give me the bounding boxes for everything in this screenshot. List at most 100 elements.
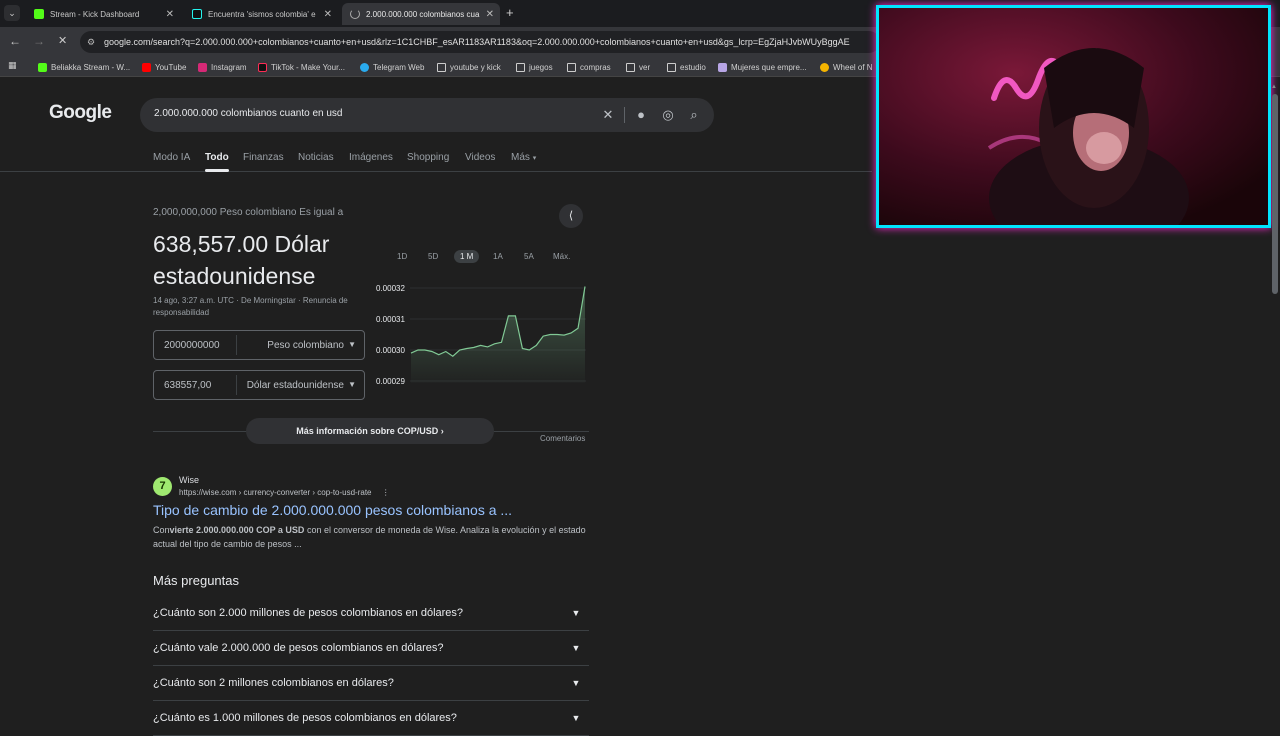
range-max[interactable]: Máx. — [553, 252, 570, 261]
close-icon[interactable]: ✕ — [324, 9, 332, 20]
webcam-overlay — [876, 5, 1271, 228]
bookmark-label: Instagram — [211, 63, 247, 72]
to-amount-input[interactable]: 638557,00 — [164, 380, 211, 391]
question-item[interactable]: ¿Cuánto es 1.000 millones de pesos colom… — [153, 701, 589, 736]
address-bar[interactable]: ⚙ google.com/search?q=2.000.000.000+colo… — [80, 31, 880, 53]
bookmark-item[interactable]: YouTube — [142, 60, 186, 74]
conversion-dateline: 14 ago, 3:27 a.m. UTC · De Morningstar ·… — [153, 295, 363, 319]
clear-icon[interactable]: ✕ — [600, 107, 616, 123]
dropdown-arrow-icon[interactable]: ▼ — [348, 340, 356, 349]
chevron-down-icon[interactable]: ▼ — [567, 674, 585, 692]
back-icon[interactable]: ← — [9, 34, 21, 48]
bookmark-label: compras — [580, 63, 611, 72]
range-1m[interactable]: 1 M — [454, 250, 479, 263]
y-tick-label: 0.00031 — [376, 315, 405, 324]
bookmark-label: Mujeres que empre... — [731, 63, 807, 72]
dropdown-arrow-icon[interactable]: ▼ — [348, 380, 356, 389]
share-icon: ⟨ — [569, 210, 573, 222]
tab-tiktok[interactable]: Encuentra 'sismos colombia' e ✕ — [184, 3, 338, 25]
question-item[interactable]: ¿Cuánto vale 2.000.000 de pesos colombia… — [153, 631, 589, 666]
from-amount-input[interactable]: 2000000000 — [164, 340, 220, 351]
loading-icon — [350, 9, 360, 19]
exchange-rate-chart[interactable] — [410, 283, 588, 383]
bookmark-item[interactable]: Beliakka Stream - W... — [38, 60, 130, 74]
tab-search-button[interactable]: ⌄ — [4, 5, 20, 21]
chevron-down-icon[interactable]: ▼ — [567, 639, 585, 657]
folder-icon — [667, 63, 676, 72]
search-input[interactable]: 2.000.000.000 colombianos cuanto en usd — [154, 108, 342, 119]
conversion-label: 2,000,000,000 Peso colombiano Es igual a — [153, 207, 343, 218]
tab-shopping[interactable]: Shopping — [407, 152, 449, 163]
bookmark-folder[interactable]: compras — [567, 60, 611, 74]
tab-google-search[interactable]: 2.000.000.000 colombianos cua ✕ — [342, 3, 500, 25]
question-item[interactable]: ¿Cuánto son 2 millones colombianos en dó… — [153, 666, 589, 701]
lens-icon[interactable]: ◎ — [660, 107, 676, 123]
to-currency-select[interactable]: Dólar estadounidense — [247, 380, 344, 391]
close-icon[interactable]: ✕ — [166, 9, 174, 20]
bookmark-item[interactable]: Telegram Web — [360, 60, 424, 74]
range-5d[interactable]: 5D — [428, 252, 438, 261]
tab-title: Encuentra 'sismos colombia' e — [208, 10, 316, 19]
result-site-name[interactable]: Wise — [179, 475, 199, 485]
kick-icon — [38, 63, 47, 72]
bookmark-item[interactable]: Wheel of N — [820, 60, 873, 74]
range-1d[interactable]: 1D — [397, 252, 407, 261]
bookmark-label: juegos — [529, 63, 553, 72]
bookmark-item[interactable]: Instagram — [198, 60, 247, 74]
y-tick-label: 0.00029 — [376, 377, 405, 386]
question-item[interactable]: ¿Cuánto son 2.000 millones de pesos colo… — [153, 596, 589, 631]
comments-link[interactable]: Comentarios — [540, 434, 585, 443]
bookmark-label: TikTok - Make Your... — [271, 63, 345, 72]
bookmark-label: ver — [639, 63, 650, 72]
tab-todo[interactable]: Todo — [205, 152, 229, 163]
tab-imagenes[interactable]: Imágenes — [349, 152, 393, 163]
tab-mas[interactable]: Más ▾ — [511, 152, 536, 163]
tab-kick[interactable]: Stream - Kick Dashboard ✕ — [26, 3, 180, 25]
tab-title: Stream - Kick Dashboard — [50, 10, 139, 19]
bookmark-item[interactable]: TikTok - Make Your... — [258, 60, 345, 74]
search-icon[interactable]: ⌕ — [686, 107, 702, 123]
stop-loading-icon[interactable]: ✕ — [58, 34, 67, 47]
new-tab-button[interactable]: + — [506, 5, 514, 20]
apps-icon[interactable]: ▦ — [8, 60, 17, 71]
more-options-icon[interactable]: ⋮ — [382, 488, 390, 497]
result-url[interactable]: https://wise.com › currency-converter › … — [179, 488, 390, 497]
share-button[interactable]: ⟨ — [559, 204, 583, 228]
tab-noticias[interactable]: Noticias — [298, 152, 334, 163]
tab-videos[interactable]: Videos — [465, 152, 495, 163]
question-text: ¿Cuánto vale 2.000.000 de pesos colombia… — [153, 642, 443, 654]
bookmark-folder[interactable]: juegos — [516, 60, 553, 74]
bookmark-folder[interactable]: ver — [626, 60, 650, 74]
divider — [236, 335, 237, 355]
y-tick-label: 0.00032 — [376, 284, 405, 293]
tiktok-icon — [258, 63, 267, 72]
close-icon[interactable]: ✕ — [486, 9, 494, 20]
scrollbar-up-arrow[interactable]: ▲ — [1271, 84, 1277, 90]
tab-modo-ia[interactable]: Modo IA — [153, 152, 190, 163]
google-logo[interactable]: Google — [49, 102, 111, 124]
microphone-icon[interactable]: ● — [633, 107, 649, 123]
more-info-label: Más información sobre COP/USD — [296, 426, 438, 436]
bookmark-folder[interactable]: youtube y kick — [437, 60, 501, 74]
page-scrollbar[interactable]: ▲ — [1271, 80, 1279, 720]
result-title-link[interactable]: Tipo de cambio de 2.000.000.000 pesos co… — [153, 502, 512, 518]
bookmark-item[interactable]: Mujeres que empre... — [718, 60, 807, 74]
range-5a[interactable]: 5A — [524, 252, 534, 261]
scrollbar-thumb[interactable] — [1272, 94, 1278, 294]
wise-icon[interactable]: 7 — [153, 477, 172, 496]
folder-icon — [567, 63, 576, 72]
chevron-down-icon[interactable]: ▼ — [567, 709, 585, 727]
tiktok-icon — [192, 9, 202, 19]
search-box[interactable]: 2.000.000.000 colombianos cuanto en usd … — [140, 98, 714, 132]
more-info-button[interactable]: Más información sobre COP/USD › — [246, 418, 494, 444]
bookmark-label: estudio — [680, 63, 706, 72]
snippet-bold: vierte 2.000.000.000 COP a USD — [170, 525, 305, 535]
range-1a[interactable]: 1A — [493, 252, 503, 261]
chevron-down-icon[interactable]: ▼ — [567, 604, 585, 622]
bookmark-folder[interactable]: estudio — [667, 60, 706, 74]
from-currency-select[interactable]: Peso colombiano — [267, 340, 344, 351]
tab-finanzas[interactable]: Finanzas — [243, 152, 284, 163]
bookmark-label: youtube y kick — [450, 63, 501, 72]
forward-icon[interactable]: → — [33, 34, 45, 48]
site-info-icon[interactable]: ⚙ — [87, 31, 95, 53]
